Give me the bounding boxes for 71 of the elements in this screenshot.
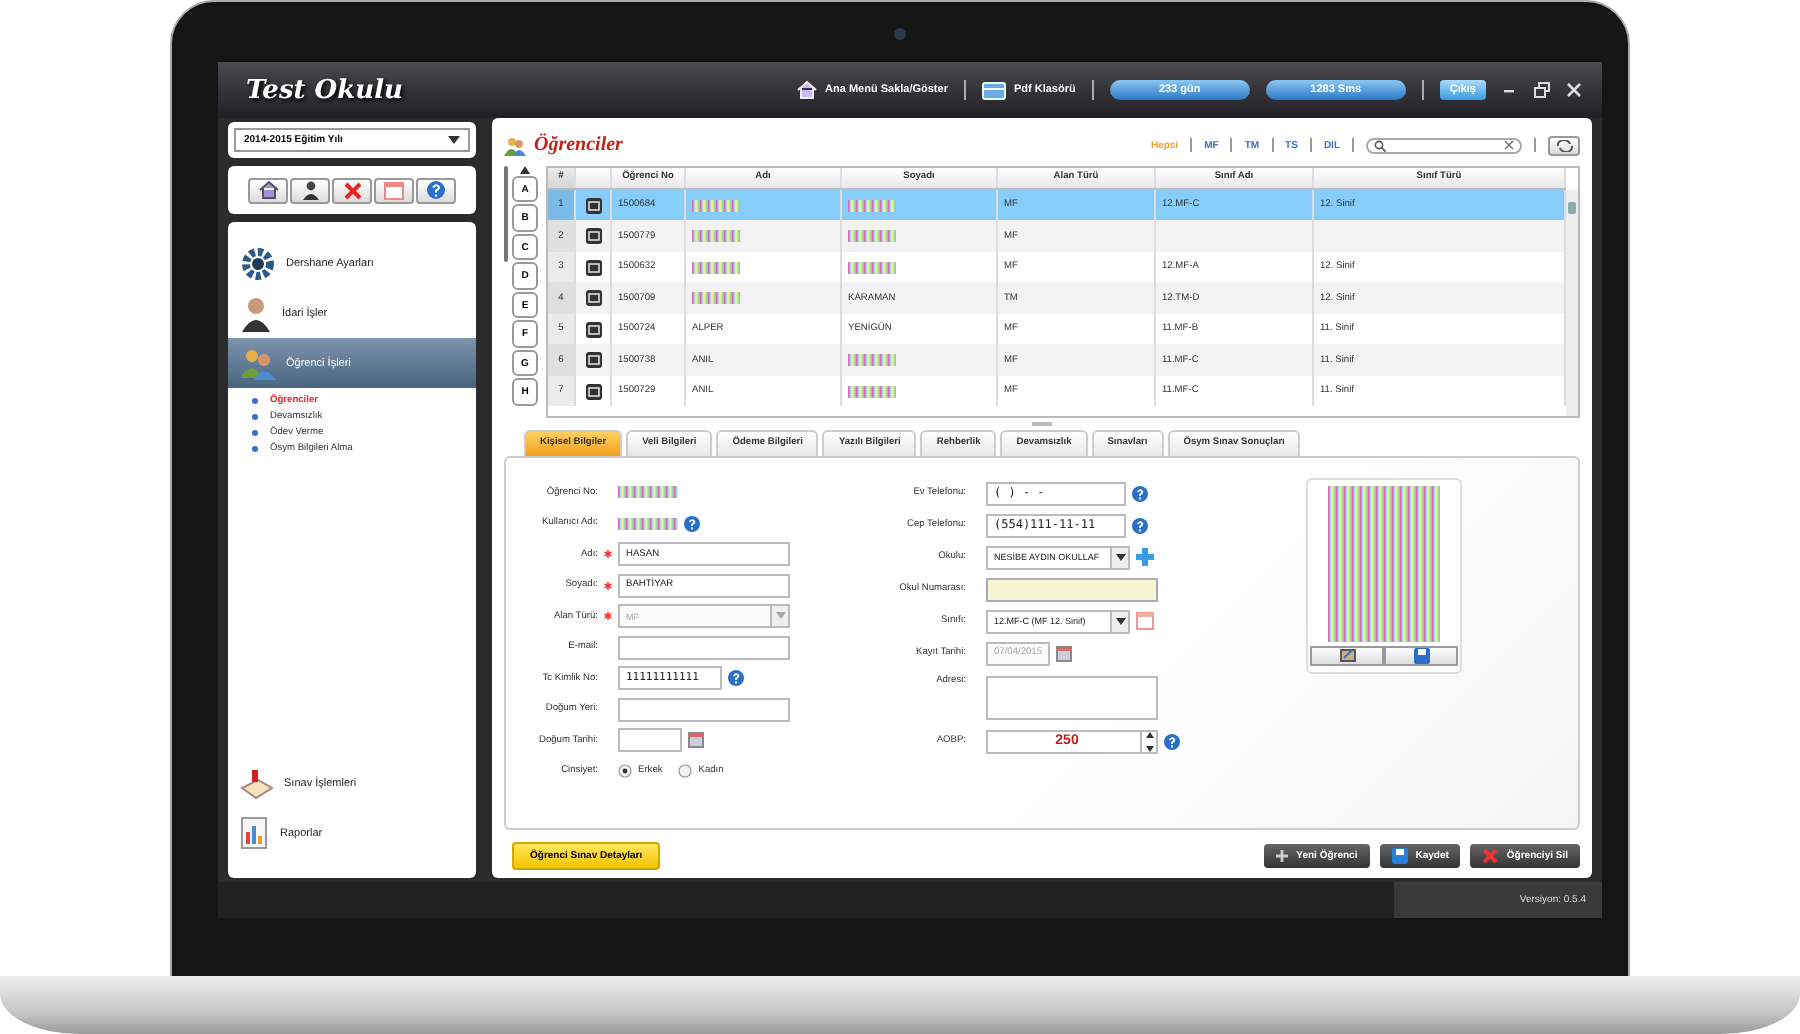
bullet-icon xyxy=(252,430,258,436)
folder-icon xyxy=(981,81,1006,99)
save-icon xyxy=(1391,848,1408,865)
person-icon xyxy=(240,295,272,331)
picture-edit-icon xyxy=(1339,648,1355,663)
bullet-icon xyxy=(252,414,258,420)
calendar-button[interactable] xyxy=(374,177,414,203)
splitter-handle[interactable] xyxy=(1032,421,1052,426)
people-icon xyxy=(240,347,276,379)
app-logo: Test Okulu xyxy=(246,75,403,105)
pixelated-block xyxy=(692,261,740,274)
pixelated-block xyxy=(692,230,740,243)
help-icon[interactable] xyxy=(728,670,744,687)
pixelated-block xyxy=(692,199,740,212)
help-icon[interactable] xyxy=(1132,485,1148,502)
pixelated-block xyxy=(848,199,896,212)
camera-icon xyxy=(894,28,906,40)
notebook-icon xyxy=(240,767,274,799)
home-icon xyxy=(795,80,818,100)
edit-photo-button[interactable] xyxy=(1310,645,1384,666)
help-icon[interactable] xyxy=(684,515,700,532)
home-icon xyxy=(257,180,279,200)
clear-icon[interactable] xyxy=(1504,140,1514,151)
calendar-icon xyxy=(384,181,404,199)
caret-icon xyxy=(1115,553,1125,562)
plus-icon[interactable] xyxy=(1136,548,1154,567)
text-field[interactable] xyxy=(618,697,790,722)
bullet-icon xyxy=(252,446,258,452)
scrollbar[interactable] xyxy=(504,165,508,262)
pixelated-block xyxy=(692,292,740,305)
caret-icon xyxy=(448,135,460,145)
pixelated-block xyxy=(848,354,896,367)
restore-icon[interactable] xyxy=(1534,82,1550,98)
pixelated-block xyxy=(848,261,896,274)
radio-button[interactable] xyxy=(678,764,693,779)
search-icon xyxy=(1374,139,1386,152)
pixelated-block xyxy=(848,230,896,243)
radio-button[interactable] xyxy=(618,764,632,779)
text-field[interactable] xyxy=(986,577,1158,602)
pixelated-block xyxy=(618,486,678,499)
pixelated-block xyxy=(618,517,678,530)
scrollbar[interactable] xyxy=(1566,189,1578,416)
up-arrow-icon[interactable] xyxy=(520,165,530,174)
calendar-icon[interactable] xyxy=(688,732,704,749)
report-icon xyxy=(240,816,270,850)
date-field[interactable] xyxy=(618,728,682,753)
pixelated-block xyxy=(848,385,896,398)
text-field[interactable] xyxy=(618,635,790,660)
bullet-icon xyxy=(252,398,258,404)
caret-icon xyxy=(775,612,785,621)
delete-icon xyxy=(1482,848,1499,865)
x-mark-icon xyxy=(343,181,361,199)
page-title: Öğrenciler xyxy=(534,134,623,157)
home-button[interactable] xyxy=(248,177,288,203)
close-icon[interactable] xyxy=(1566,82,1582,98)
plus-icon xyxy=(1276,850,1289,863)
user-button[interactable] xyxy=(290,177,330,203)
search-field[interactable] xyxy=(1366,137,1522,154)
save-icon xyxy=(1413,647,1429,664)
help-icon[interactable] xyxy=(1132,517,1148,534)
help-button[interactable] xyxy=(416,177,456,203)
gear-icon xyxy=(240,245,276,281)
help-icon[interactable] xyxy=(1164,733,1180,750)
delete-button[interactable] xyxy=(332,177,372,203)
address-field[interactable] xyxy=(986,675,1158,720)
help-icon xyxy=(426,180,446,200)
caret-icon xyxy=(1115,617,1125,626)
person-icon xyxy=(301,180,319,200)
save-photo-button[interactable] xyxy=(1384,645,1458,666)
people-icon xyxy=(504,135,526,156)
refresh-button[interactable] xyxy=(1548,135,1580,156)
